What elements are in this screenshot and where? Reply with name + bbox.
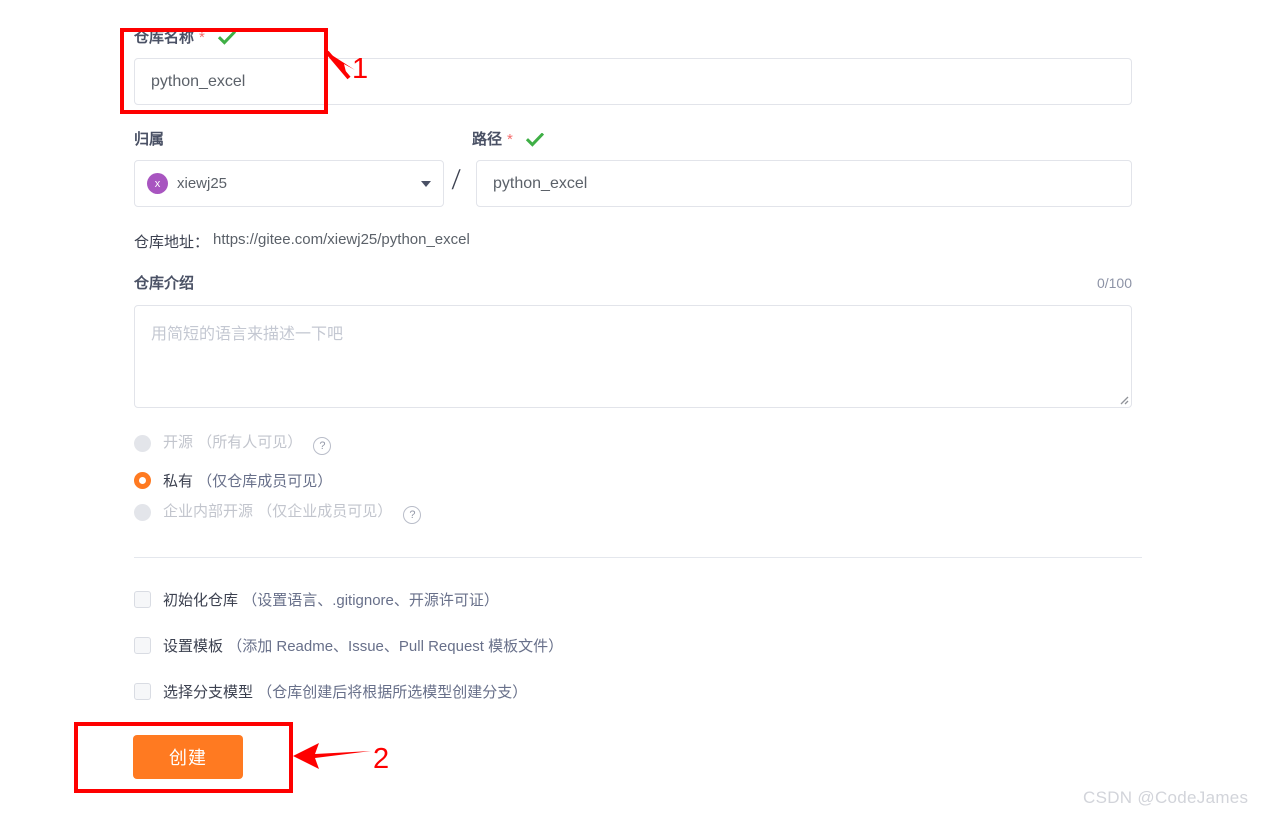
radio-indicator-selected[interactable] (134, 471, 151, 489)
owner-label-text: 归属 (134, 131, 165, 148)
description-counter: 0/100 (1096, 275, 1132, 291)
checkbox-branch-model[interactable] (134, 682, 151, 700)
required-star: * (507, 131, 513, 148)
question-mark-icon[interactable]: ? (313, 437, 332, 455)
annotation-number-1: 1 (352, 53, 369, 85)
repo-name-input[interactable]: python_excel (134, 58, 1132, 105)
create-repository-form: 仓库名称 * python_excel 归属 x xiewj25 / 路径 * … (0, 0, 1273, 816)
radio-label-private: 私有 （仅仓库成员可见） (163, 472, 333, 490)
avatar: x (147, 173, 168, 194)
question-mark-icon[interactable]: ? (403, 506, 422, 524)
path-label: 路径 * (472, 130, 544, 150)
repo-name-label-text: 仓库名称 (134, 29, 195, 46)
owner-label: 归属 (134, 130, 164, 150)
radio-label-enterprise: 企业内部开源 （仅企业成员可见） ? (163, 500, 422, 524)
checkbox-label-init-repo: 初始化仓库 （设置语言、.gitignore、开源许可证） (163, 591, 499, 609)
description-textarea[interactable] (134, 305, 1132, 408)
annotation-arrow-2 (293, 743, 371, 769)
required-star: * (199, 29, 205, 46)
description-label: 仓库介绍 (134, 274, 194, 294)
path-label-text: 路径 (472, 131, 503, 148)
radio-indicator[interactable] (134, 503, 151, 521)
checkbox-label-set-template: 设置模板 （添加 Readme、Issue、Pull Request 模板文件） (163, 637, 564, 655)
repo-address-label: 仓库地址： (134, 234, 210, 251)
repo-name-value: python_excel (151, 72, 246, 90)
watermark: CSDN @CodeJames (1083, 788, 1249, 807)
create-button[interactable]: 创建 (133, 735, 243, 779)
path-input[interactable]: python_excel (476, 160, 1132, 207)
radio-indicator[interactable] (134, 434, 151, 452)
path-value: python_excel (493, 174, 588, 192)
repo-address: 仓库地址： https://gitee.com/xiewj25/python_e… (134, 231, 470, 252)
check-icon (217, 31, 236, 45)
repo-name-label: 仓库名称 * (134, 28, 236, 48)
radio-option-private[interactable]: 私有 （仅仓库成员可见） (134, 469, 332, 491)
radio-label-public: 开源 （所有人可见） ? (163, 431, 332, 455)
checkbox-set-template[interactable] (134, 636, 151, 654)
radio-option-enterprise[interactable]: 企业内部开源 （仅企业成员可见） ? (134, 500, 422, 524)
owner-select[interactable]: x xiewj25 (134, 160, 444, 207)
checkbox-label-branch-model: 选择分支模型 （仓库创建后将根据所选模型创建分支） (163, 683, 528, 701)
checkbox-row-set-template[interactable]: 设置模板 （添加 Readme、Issue、Pull Request 模板文件） (134, 634, 563, 656)
section-divider (134, 557, 1142, 558)
radio-option-public[interactable]: 开源 （所有人可见） ? (134, 431, 332, 455)
checkbox-row-init-repo[interactable]: 初始化仓库 （设置语言、.gitignore、开源许可证） (134, 588, 499, 610)
path-separator: / (451, 163, 461, 196)
checkbox-row-branch-model[interactable]: 选择分支模型 （仓库创建后将根据所选模型创建分支） (134, 680, 527, 702)
checkbox-init-repo[interactable] (134, 590, 151, 608)
chevron-down-icon[interactable] (421, 180, 431, 187)
annotation-number-2: 2 (373, 743, 390, 775)
description-label-text: 仓库介绍 (134, 275, 195, 292)
repo-address-url: https://gitee.com/xiewj25/python_excel (213, 231, 470, 248)
owner-selected-value: xiewj25 (177, 175, 228, 192)
check-icon (525, 133, 544, 147)
